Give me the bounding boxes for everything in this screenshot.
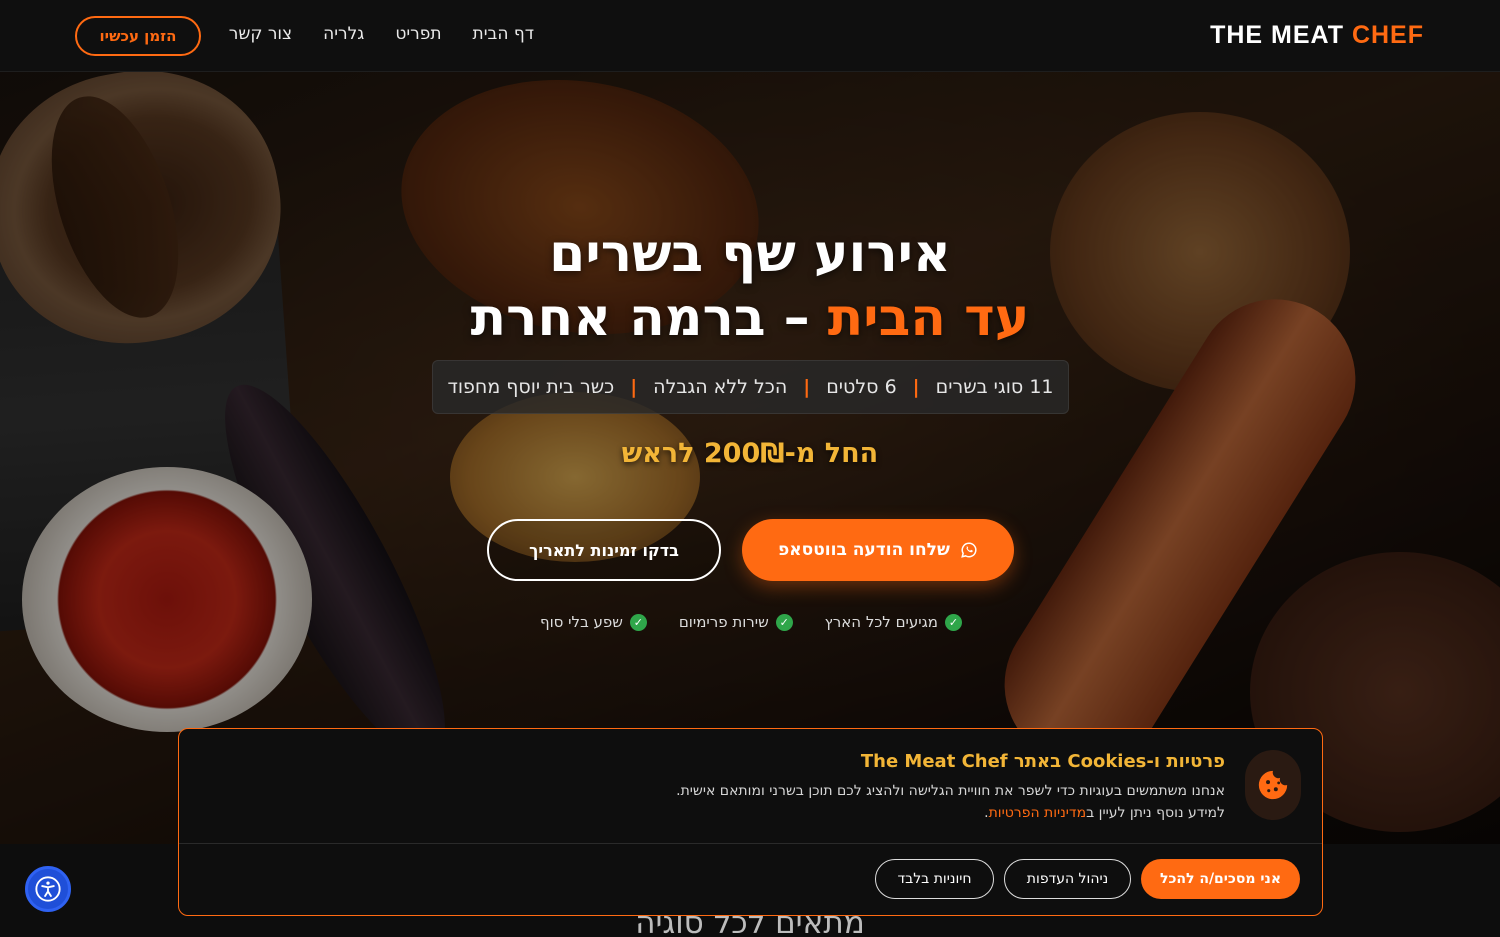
check-circle-icon: ✓ <box>945 613 962 631</box>
check-circle-icon: ✓ <box>629 613 647 631</box>
hero-title-line2: – ברמה אחרת <box>470 288 828 348</box>
cookie-text-line2: למידע נוסף ניתן לעיין במדיניות הפרטיות. <box>676 802 1225 824</box>
cookie-title: פרטיות ו-Cookies באתר The Meat Chef <box>860 751 1225 772</box>
cookie-text: אנחנו משתמשים בעוגיות כדי לשפר את חוויית… <box>676 780 1225 824</box>
price-text: החל מ-200₪ לראש <box>621 438 879 469</box>
feature-separator: | <box>912 376 920 398</box>
hero-title-line1: אירוע שף בשרים <box>549 224 951 284</box>
check-item: ✓ מגיעים לכל הארץ <box>825 613 962 631</box>
accessibility-button[interactable] <box>25 866 71 912</box>
nav-link-gallery[interactable]: גלריה <box>323 24 364 44</box>
check-availability-button[interactable]: בדקו זמינות לתאריך <box>487 519 721 581</box>
accept-all-button[interactable]: אני מסכים/ה להכל <box>1141 859 1300 899</box>
cookie-text-prefix: למידע נוסף ניתן לעיין ב <box>1086 805 1225 821</box>
check-label: מגיעים לכל הארץ <box>824 613 938 631</box>
cookie-banner: פרטיות ו-Cookies באתר The Meat Chef אנחנ… <box>178 728 1323 916</box>
whatsapp-icon <box>961 542 977 558</box>
nav-links: דף הבית תפריט גלריה צור קשר <box>229 24 534 44</box>
cookie-text-line1: אנחנו משתמשים בעוגיות כדי לשפר את חוויית… <box>676 783 1225 799</box>
feature-separator: | <box>803 376 811 398</box>
nav-link-home[interactable]: דף הבית <box>473 24 534 44</box>
features-bar: 11 סוגי בשרים | 6 סלטים | הכל ללא הגבלה … <box>432 360 1069 414</box>
check-label: שפע בלי סוף <box>540 613 623 631</box>
feature-item: 11 סוגי בשרים <box>935 376 1054 398</box>
nav-link-contact[interactable]: צור קשר <box>229 24 292 44</box>
site-logo[interactable]: THE MEAT CHEF <box>1210 21 1424 50</box>
essential-only-button[interactable]: חיוניות בלבד <box>875 859 994 899</box>
feature-item: כשר בית יוסף מחפוד <box>447 376 615 398</box>
manage-preferences-button[interactable]: ניהול העדפות <box>1004 859 1131 899</box>
order-now-button[interactable]: הזמן עכשיו <box>75 16 201 56</box>
accessibility-icon <box>35 876 61 902</box>
whatsapp-button-label: שלחו הודעה בווטסאפ <box>778 540 950 560</box>
logo-main-text: THE MEAT <box>1210 21 1352 49</box>
whatsapp-button[interactable]: שלחו הודעה בווטסאפ <box>742 519 1014 581</box>
cookie-icon <box>1258 770 1288 800</box>
hero-title: אירוע שף בשרים עד הבית – ברמה אחרת <box>0 222 1500 350</box>
top-navbar: THE MEAT CHEF דף הבית תפריט גלריה צור קש… <box>0 0 1500 72</box>
feature-item: הכל ללא הגבלה <box>653 376 788 398</box>
feature-item: 6 סלטים <box>826 376 897 398</box>
logo-accent-text: CHEF <box>1351 21 1424 49</box>
hero-title-accent: עד הבית <box>827 288 1030 348</box>
check-circle-icon: ✓ <box>775 613 793 631</box>
cookie-divider <box>179 843 1322 844</box>
checks-row: ✓ מגיעים לכל הארץ ✓ שירות פרימיום ✓ שפע בלי… <box>540 613 962 631</box>
feature-separator: | <box>630 376 638 398</box>
check-item: ✓ שירות פרימיום <box>679 613 793 631</box>
privacy-policy-link[interactable]: מדיניות הפרטיות <box>989 805 1087 821</box>
cookie-icon-badge <box>1245 750 1301 820</box>
check-label: שירות פרימיום <box>678 613 769 631</box>
check-item: ✓ שפע בלי סוף <box>540 613 647 631</box>
nav-link-menu[interactable]: תפריט <box>395 24 441 44</box>
